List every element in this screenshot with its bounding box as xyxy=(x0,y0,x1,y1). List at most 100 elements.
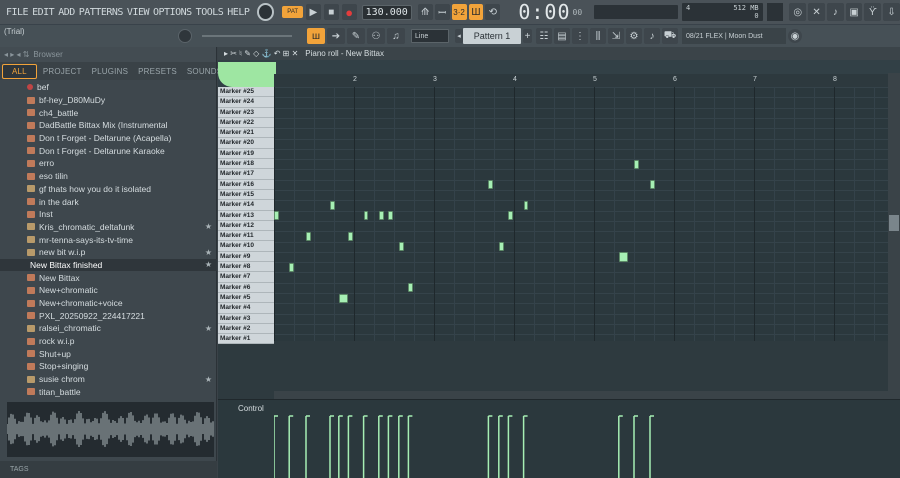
list-item[interactable]: eso tilin xyxy=(0,170,217,183)
marker-key[interactable]: Marker #3 xyxy=(218,313,274,324)
note[interactable] xyxy=(378,211,384,221)
velocity-lane[interactable] xyxy=(274,400,888,478)
list-item[interactable]: ch4_battle xyxy=(0,106,217,119)
play-icon[interactable]: ▶ xyxy=(305,4,321,20)
menu-help[interactable]: HELP xyxy=(225,7,251,18)
vertical-scrollbar[interactable] xyxy=(888,73,900,403)
list-item[interactable]: mr-tenna-says-its-tv-time xyxy=(0,233,217,246)
note[interactable] xyxy=(498,242,504,252)
pattern-prev-icon[interactable]: ◂ xyxy=(455,29,463,43)
note[interactable] xyxy=(508,211,514,221)
list-item[interactable]: DadBattle Bittax Mix (Instrumental xyxy=(0,119,217,132)
menu-patterns[interactable]: PATTERNS xyxy=(77,7,125,18)
marker-key[interactable]: Marker #21 xyxy=(218,128,274,139)
marker-key[interactable]: Marker #2 xyxy=(218,323,274,335)
channel-rack-icon[interactable]: ⋮ xyxy=(572,28,588,44)
playlist-icon[interactable]: ☷ xyxy=(536,28,552,44)
list-item[interactable]: Kris_chromatic_deltafunk ★ xyxy=(0,221,217,234)
star-icon[interactable]: ★ xyxy=(205,222,212,231)
cart-icon[interactable]: ⛟ xyxy=(662,28,678,44)
note[interactable] xyxy=(408,283,414,293)
note[interactable] xyxy=(330,200,335,211)
star-icon[interactable]: ★ xyxy=(205,324,212,333)
star-icon[interactable]: ★ xyxy=(205,248,212,257)
note[interactable] xyxy=(523,200,529,211)
plugin-manager-icon[interactable]: ✕ xyxy=(808,3,825,21)
marker-key[interactable]: Marker #16 xyxy=(218,179,274,190)
marker-key[interactable]: Marker #9 xyxy=(218,251,274,263)
blend-notes-icon[interactable]: Ш xyxy=(468,4,484,20)
note[interactable] xyxy=(634,159,639,169)
pencil-icon[interactable]: ✎ xyxy=(347,28,365,44)
list-item[interactable]: Don t Forget - Deltarune Karaoke xyxy=(0,144,217,157)
pitch-knob[interactable] xyxy=(178,29,192,43)
note[interactable] xyxy=(348,231,354,241)
menu-options[interactable]: OPTIONS xyxy=(151,7,194,18)
stop-icon[interactable]: ■ xyxy=(323,4,339,20)
piano-roll-icon[interactable]: ▤ xyxy=(554,28,570,44)
tab-presets[interactable]: PRESETS xyxy=(134,65,181,78)
note[interactable] xyxy=(274,211,279,221)
save-icon[interactable]: ▣ xyxy=(845,3,863,21)
list-item[interactable]: New+chromatic+voice xyxy=(0,297,217,310)
pattern-selector[interactable]: Pattern 1 xyxy=(463,28,521,44)
list-item[interactable]: Stop+singing xyxy=(0,360,217,373)
online-icon[interactable]: ◎ xyxy=(789,3,807,21)
note-grid[interactable] xyxy=(274,87,888,341)
vertical-scroll-thumb[interactable] xyxy=(889,215,899,231)
list-item[interactable]: erro xyxy=(0,157,217,170)
bar-ruler[interactable]: 2 3 4 5 6 7 8 xyxy=(274,74,888,87)
metronome-icon[interactable]: ⟰ xyxy=(417,4,433,20)
marker-key[interactable]: Marker #19 xyxy=(218,148,274,160)
star-icon[interactable]: ★ xyxy=(205,375,212,384)
note[interactable] xyxy=(338,293,349,303)
marker-key[interactable]: Marker #4 xyxy=(218,303,274,314)
menu-view[interactable]: VIEW xyxy=(125,7,151,18)
marker-key[interactable]: Marker #24 xyxy=(218,97,274,108)
marker-key[interactable]: Marker #6 xyxy=(218,282,274,293)
marker-key[interactable]: Marker #10 xyxy=(218,241,274,252)
menu-file[interactable]: FILE xyxy=(4,7,30,18)
note[interactable] xyxy=(363,211,369,221)
export-icon[interactable]: ⇩ xyxy=(883,3,900,21)
piano-roll-tools-icon[interactable]: ▸ ✂ ♮ ✎ ◇ ⚓ ↶ ⊞ ✕ xyxy=(224,49,298,58)
loop-record-icon[interactable]: ⟲ xyxy=(485,4,501,20)
tempo-display[interactable]: 130.000 xyxy=(361,4,412,20)
wait-input-icon[interactable]: ꟷ xyxy=(434,4,450,20)
add-pattern-icon[interactable]: + xyxy=(523,29,532,43)
marker-key[interactable]: Marker #18 xyxy=(218,159,274,170)
marker-key[interactable]: Marker #22 xyxy=(218,117,274,129)
marker-key[interactable]: Marker #23 xyxy=(218,107,274,118)
note[interactable] xyxy=(388,211,394,221)
list-item[interactable]: New Bittax xyxy=(0,271,217,284)
marker-key[interactable]: Marker #5 xyxy=(218,292,274,304)
event-control-lane[interactable]: Control xyxy=(218,399,900,478)
list-item[interactable]: gf thats how you do it isolated xyxy=(0,183,217,196)
tab-all[interactable]: ALL xyxy=(2,63,37,79)
master-pitch-slider[interactable] xyxy=(202,35,292,37)
list-item[interactable]: Inst xyxy=(0,208,217,221)
marker-key[interactable]: Marker #12 xyxy=(218,220,274,232)
tempo-tapper-icon[interactable]: ♪ xyxy=(644,28,660,44)
menu-add[interactable]: ADD xyxy=(56,7,77,18)
plugin-icon[interactable]: ⚙ xyxy=(626,28,642,44)
news-panel[interactable]: 08/21 FLEX | Moon Dust xyxy=(682,28,786,44)
list-item[interactable]: rock w.i.p xyxy=(0,335,217,348)
list-item[interactable]: New Bittax finished ★ xyxy=(0,258,217,272)
note[interactable] xyxy=(618,252,629,262)
speaker-icon[interactable]: ♫ xyxy=(387,28,405,44)
master-volume-knob[interactable] xyxy=(257,3,275,21)
list-item[interactable]: PXL_20250922_224417221 xyxy=(0,309,217,322)
marker-key[interactable]: Marker #1 xyxy=(218,334,274,345)
menu-edit[interactable]: EDIT xyxy=(30,7,56,18)
note[interactable] xyxy=(398,242,404,252)
mixer-icon[interactable]: ϔ xyxy=(864,3,882,21)
list-item[interactable]: bf-hey_D80MuDy xyxy=(0,94,217,107)
marker-key[interactable]: Marker #11 xyxy=(218,231,274,242)
browser-icon[interactable]: ⇲ xyxy=(608,28,624,44)
tab-project[interactable]: PROJECT xyxy=(39,65,86,78)
marker-key[interactable]: Marker #7 xyxy=(218,272,274,283)
marker-key[interactable]: Marker #13 xyxy=(218,210,274,221)
list-item[interactable]: bef xyxy=(0,81,217,94)
note[interactable] xyxy=(650,180,655,190)
